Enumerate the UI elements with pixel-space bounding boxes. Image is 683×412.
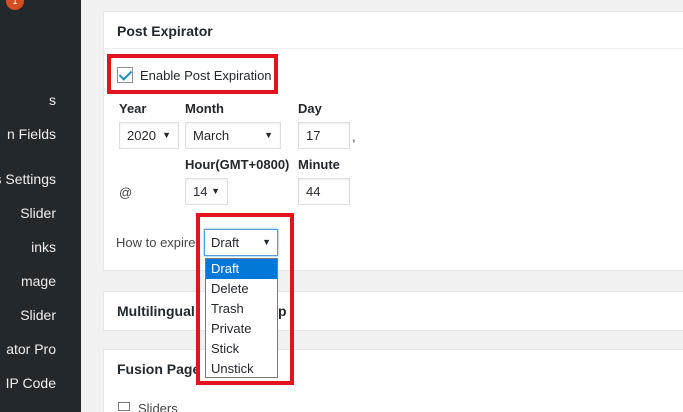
chevron-down-icon: ▼: [162, 130, 171, 140]
month-label: Month: [185, 101, 224, 116]
multilingual-panel: Multilingual: [103, 291, 683, 331]
sidebar-item[interactable]: mage: [21, 273, 56, 289]
slider-icon: [118, 402, 130, 411]
sidebar-item[interactable]: IP Code: [6, 375, 56, 391]
hour-label: Hour(GMT+0800): [185, 157, 290, 172]
notification-badge: 1: [6, 0, 24, 10]
admin-sidebar: 1 s n Fields s Settings Slider inks mage…: [0, 0, 81, 412]
day-input[interactable]: 17: [298, 122, 350, 149]
minute-input[interactable]: 44: [298, 178, 350, 205]
divider: [104, 48, 683, 49]
year-value: 2020: [127, 128, 156, 143]
sidebar-item[interactable]: Slider: [20, 307, 56, 323]
hour-value: 14: [193, 184, 208, 199]
month-select[interactable]: March ▼: [185, 122, 281, 149]
minute-label: Minute: [298, 157, 340, 172]
year-label: Year: [119, 101, 147, 116]
month-value: March: [193, 128, 230, 143]
fusion-page-panel: Fusion Page: [103, 349, 683, 412]
sidebar-item[interactable]: inks: [31, 239, 56, 255]
sidebar-item[interactable]: n Fields: [7, 126, 56, 142]
date-separator: ,: [352, 129, 356, 144]
panel-title: Post Expirator: [117, 23, 213, 39]
sidebar-item[interactable]: s Settings: [0, 171, 56, 187]
sidebar-item[interactable]: ator Pro: [6, 341, 56, 357]
chevron-down-icon: ▼: [211, 186, 220, 196]
sidebar-item[interactable]: s: [49, 92, 56, 108]
at-symbol: @: [119, 185, 133, 200]
annotation-box: [196, 213, 294, 385]
hour-select[interactable]: 14 ▼: [185, 178, 228, 205]
year-select[interactable]: 2020 ▼: [119, 122, 179, 149]
chevron-down-icon: ▼: [264, 130, 273, 140]
day-label: Day: [298, 101, 322, 116]
sidebar-item[interactable]: Slider: [20, 205, 56, 221]
panel-title: Multilingual: [117, 303, 195, 319]
how-to-expire-label: How to expire: [116, 235, 196, 250]
panel-title: Fusion Page: [117, 361, 201, 377]
sliders-label: Sliders: [138, 401, 178, 412]
annotation-box: [107, 54, 278, 94]
